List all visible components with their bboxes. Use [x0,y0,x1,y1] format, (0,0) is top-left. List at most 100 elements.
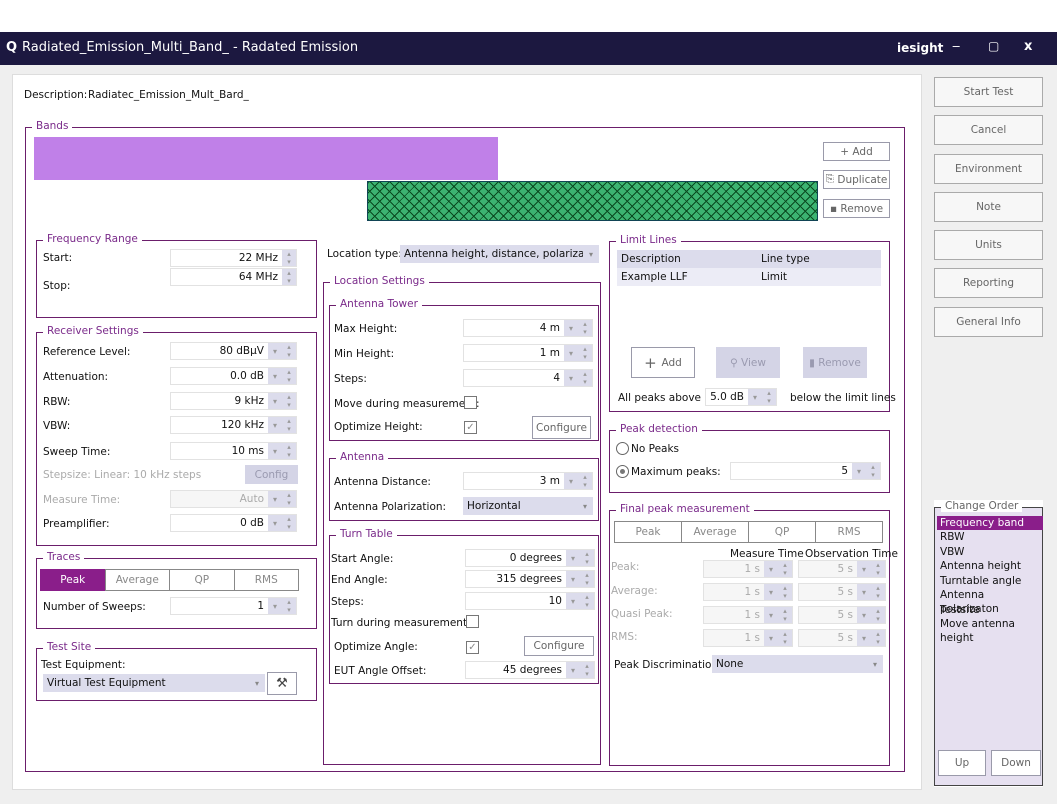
tab-peak[interactable]: Peak [40,569,106,591]
average-observation-input[interactable]: 5 s ▾ ▴ ▾ [798,583,886,601]
start-test-button[interactable]: Start Test [934,77,1043,107]
quasi-peak-observation-input[interactable]: 5 s ▾ ▴ ▾ [798,606,886,624]
list-item[interactable]: RBW [937,530,1043,545]
attenuation-input[interactable]: 0.0 dB ▾ ▴ ▾ [170,367,297,385]
title-bar: Q Radiated_Emission_Multi_Band_ - Radate… [0,32,1057,65]
peak-observation-input[interactable]: 5 s ▾ ▴ ▾ [798,560,886,578]
up-button[interactable]: Up [938,750,986,776]
min-height-input[interactable]: 1 m ▾ ▴ ▾ [463,344,593,362]
duplicate-band-button[interactable]: ⎘ Duplicate [823,170,890,189]
quasi-peak-measure-input[interactable]: 1 s ▾ ▴ ▾ [703,606,793,624]
plus-icon: + [644,353,662,372]
antenna-distance-label: Antenna Distance: [334,476,431,488]
tab-average[interactable]: Average [104,569,170,591]
remove-band-button[interactable]: ▪ Remove [823,199,890,218]
preamplifier-label: Preamplifier: [43,518,110,530]
tower-steps-input[interactable]: 4 ▾ ▴ ▾ [463,369,593,387]
rms-measure-input[interactable]: 1 s ▾ ▴ ▾ [703,629,793,647]
preamplifier-input[interactable]: 0 dB ▾ ▴ ▾ [170,514,297,532]
configure-angle-button[interactable]: Configure [524,636,594,656]
list-item[interactable]: Antenna polarizaton [937,588,1043,615]
antenna-title: Antenna [336,451,389,463]
configure-height-button[interactable]: Configure [532,416,591,439]
tab-average[interactable]: Average [681,521,749,543]
max-height-label: Max Height: [334,323,398,335]
end-angle-input[interactable]: 315 degrees ▾ ▴ ▾ [465,570,595,588]
average-measure-input[interactable]: 1 s ▾ ▴ ▾ [703,583,793,601]
optimize-angle-checkbox[interactable]: ✓ [466,641,479,654]
add-limit-line-button[interactable]: + Add [631,347,695,378]
general-info-button[interactable]: General Info [934,307,1043,337]
vbw-label: VBW: [43,420,71,432]
remove-limit-line-button[interactable]: ▮ Remove [803,347,867,378]
environment-button[interactable]: Environment [934,154,1043,184]
turn-during-label: Turn during measurement: [331,617,471,629]
sweeps-input[interactable]: 1 ▾ ▴ ▾ [170,597,297,615]
cancel-button[interactable]: Cancel [934,115,1043,145]
antenna-distance-input[interactable]: 3 m ▾ ▴ ▾ [463,472,593,490]
peaks-above-input[interactable]: 5.0 dB ▾ ▴ ▾ [705,388,777,406]
traces-title: Traces [43,551,85,563]
band-bar-2[interactable] [367,181,818,221]
list-item[interactable]: Move antenna height [937,617,1043,644]
optimize-height-checkbox[interactable]: ✓ [464,421,477,434]
location-type-select[interactable]: Antenna height, distance, polarizatio...… [400,245,599,263]
no-peaks-radio[interactable] [616,442,629,455]
maximize-button[interactable]: ▢ [988,39,999,53]
final-peak-title: Final peak measurement [616,503,754,515]
list-item[interactable]: VBW [937,545,1043,560]
limit-lines-title: Limit Lines [616,234,681,246]
down-button[interactable]: Down [991,750,1041,776]
list-item[interactable]: Antenna height [937,559,1043,574]
antenna-polarization-select[interactable]: Horizontal ▾ [463,497,593,515]
turn-during-checkbox[interactable] [466,615,479,628]
close-button[interactable]: x [1024,39,1032,54]
test-equipment-select[interactable]: Virtual Test Equipment ▾ [43,674,265,692]
peak-discrimination-select[interactable]: None ▾ [712,655,883,673]
units-button[interactable]: Units [934,230,1043,260]
sweep-time-input[interactable]: 10 ms ▾ ▴ ▾ [170,442,297,460]
tab-rms[interactable]: RMS [233,569,299,591]
remove-label: Remove [818,356,861,369]
eut-angle-offset-input[interactable]: 45 degrees ▾ ▴ ▾ [465,661,595,679]
minimize-button[interactable]: ‒ [952,39,960,54]
config-button[interactable]: Config [245,465,298,484]
note-button[interactable]: Note [934,192,1043,222]
list-item[interactable]: Frequency band [937,516,1043,530]
list-item[interactable]: Turntable angle [937,574,1043,589]
frequency-range-title: Frequency Range [43,233,142,245]
tab-qp[interactable]: QP [169,569,235,591]
description-value[interactable]: Radiatec_Emission_Mult_Bard_ [88,89,249,101]
add-band-button[interactable]: + Add [823,142,890,161]
maximum-peaks-radio[interactable] [616,465,629,478]
view-limit-line-button[interactable]: ⚲ View [716,347,780,378]
rms-observation-input[interactable]: 5 s ▾ ▴ ▾ [798,629,886,647]
app-icon: Q [6,40,18,55]
change-order-list[interactable]: Frequency band RBW VBW Antenna height Tu… [937,516,1043,644]
add-label: Add [661,356,682,369]
rbw-input[interactable]: 9 kHz ▾ ▴ ▾ [170,392,297,410]
start-angle-input[interactable]: 0 degrees ▾ ▴ ▾ [465,549,595,567]
band-bar-1[interactable] [34,137,498,180]
sweep-time-label: Sweep Time: [43,446,111,458]
table-row[interactable]: Example LLF Limit [617,268,881,286]
maximum-peaks-input[interactable]: 5 ▾ ▴ ▾ [730,462,881,480]
measure-time-label: Measure Time: [43,494,121,506]
stop-frequency-input[interactable]: 64 MHz ▴ ▾ [170,268,297,286]
stop-label: Stop: [43,280,71,292]
max-height-input[interactable]: 4 m ▾ ▴ ▾ [463,319,593,337]
remove-label: Remove [840,202,884,215]
tab-rms[interactable]: RMS [815,521,883,543]
reference-level-label: Reference Level: [43,346,131,358]
reporting-button[interactable]: Reporting [934,268,1043,298]
vbw-input[interactable]: 120 kHz ▾ ▴ ▾ [170,416,297,434]
tab-peak[interactable]: Peak [614,521,682,543]
reference-level-input[interactable]: 80 dBµV ▾ ▴ ▾ [170,342,297,360]
tab-qp[interactable]: QP [748,521,816,543]
measure-time-input[interactable]: Auto ▾ ▴ ▾ [170,490,297,508]
peak-measure-input[interactable]: 1 s ▾ ▴ ▾ [703,560,793,578]
tools-icon[interactable]: ⚒ [267,672,297,695]
turntable-steps-input[interactable]: 10 ▾ ▴ ▾ [465,592,595,610]
move-during-checkbox[interactable] [464,396,477,409]
start-frequency-input[interactable]: 22 MHz ▴ ▾ [170,249,297,267]
